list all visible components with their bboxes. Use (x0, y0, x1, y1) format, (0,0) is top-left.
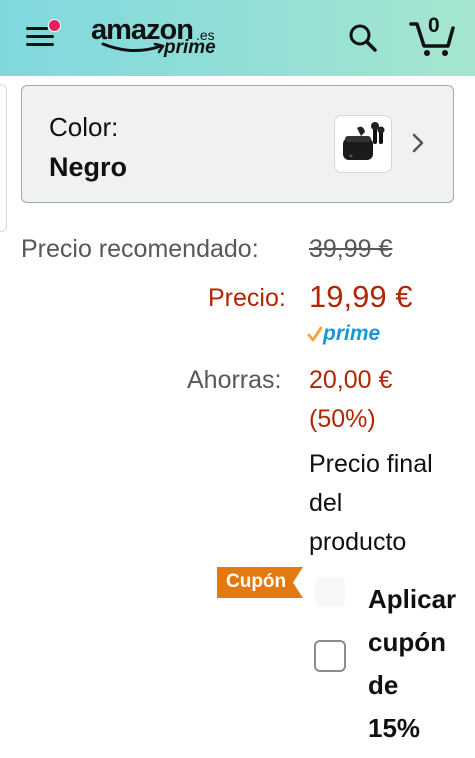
coupon-badge: Cupón (215, 565, 305, 600)
cart-count: 0 (428, 14, 440, 37)
previous-card-edge (0, 84, 7, 232)
notification-dot (48, 19, 61, 32)
logo-prime: prime (164, 37, 216, 58)
savings-amount: 20,00 € (309, 366, 393, 394)
color-thumbnail (334, 115, 392, 173)
prime-check-icon (307, 326, 323, 342)
cart-button[interactable]: 0 (408, 14, 458, 58)
menu-icon-bar (26, 43, 54, 46)
menu-button[interactable] (26, 19, 61, 52)
final-price-note-line: Precio final (309, 450, 433, 478)
coupon-badge-text: Cupón (226, 571, 287, 592)
savings-label: Ahorras: (187, 366, 282, 394)
list-price-label: Precio recomendado: (21, 235, 259, 263)
apply-coupon-line: cupón (368, 627, 446, 657)
color-label: Color: (49, 112, 119, 142)
final-price-note-line: del (309, 489, 343, 517)
apply-coupon-checkbox[interactable] (314, 640, 346, 672)
color-value: Negro (49, 152, 128, 182)
apply-coupon-line: de (368, 670, 399, 700)
apply-coupon-line: Aplicar (368, 584, 457, 614)
price-value: 19,99 € (309, 279, 413, 314)
price-label: Precio: (208, 284, 286, 312)
menu-icon-bar (26, 27, 48, 30)
chevron-right-icon (412, 133, 424, 153)
checkbox-placeholder (315, 577, 345, 607)
search-button[interactable] (346, 22, 380, 54)
apply-coupon-label[interactable]: Aplicar cupón de 15% (368, 578, 473, 750)
top-header: amazon .es prime 0 (0, 0, 475, 76)
savings-percent: (50%) (309, 405, 376, 433)
menu-icon-bar (26, 35, 54, 38)
amazon-prime-logo[interactable]: amazon .es prime (91, 12, 231, 64)
prime-text: prime (323, 322, 381, 345)
list-price-value: 39,99 € (309, 235, 393, 263)
earbuds-case-icon (343, 122, 385, 160)
color-selector[interactable]: Color: Negro (21, 85, 454, 203)
search-icon (349, 24, 377, 52)
apply-coupon-line: 15% (368, 713, 421, 743)
final-price-note-line: producto (309, 528, 407, 556)
smile-arrow-icon (101, 42, 165, 54)
